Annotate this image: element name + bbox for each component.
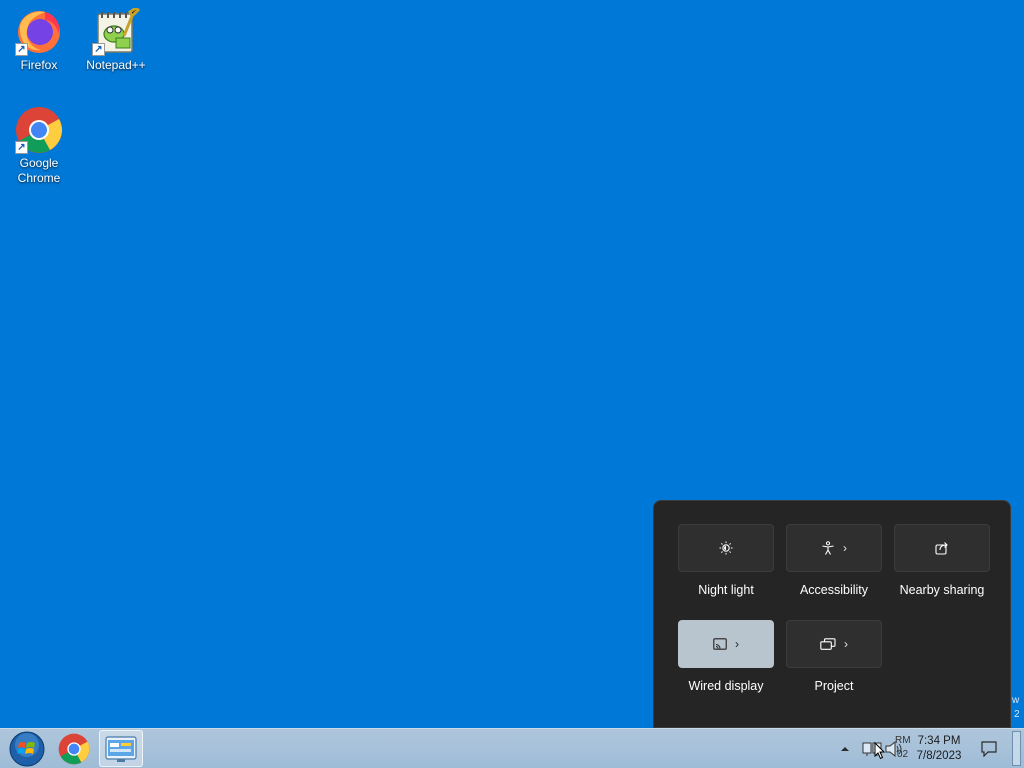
share-icon xyxy=(935,542,948,555)
quick-settings-flyout: Night light › Accessibility Nearby shari… xyxy=(653,500,1011,728)
shortcut-arrow-icon: ↗ xyxy=(15,141,28,154)
taskbar-control-panel-button[interactable] xyxy=(99,730,143,767)
clock-time: 7:34 PM xyxy=(917,735,961,747)
tile-night-light: Night light xyxy=(677,524,775,597)
start-button[interactable] xyxy=(6,731,48,767)
control-panel-icon xyxy=(105,735,137,762)
desktop-icon-label: Google Chrome xyxy=(17,156,61,185)
project-icon xyxy=(820,638,836,650)
chevron-right-icon[interactable]: › xyxy=(735,638,739,650)
partial-text: w xyxy=(1012,695,1020,706)
show-desktop-button[interactable] xyxy=(1012,731,1021,766)
accessibility-button[interactable]: › xyxy=(786,524,882,572)
partial-tray-text: 02 xyxy=(897,749,909,760)
desktop-icon-notepad-plus-plus[interactable]: ↗ Notepad++ xyxy=(80,6,152,73)
tile-wired-display: › Wired display xyxy=(677,620,775,693)
night-light-button[interactable] xyxy=(678,524,774,572)
tile-nearby-sharing: Nearby sharing xyxy=(893,524,991,597)
desktop-icon-label: Notepad++ xyxy=(86,58,146,72)
tile-label: Night light xyxy=(698,583,754,597)
tile-label: Accessibility xyxy=(799,583,869,597)
partial-text: 2 xyxy=(1014,709,1020,720)
desktop-icon-label: Firefox xyxy=(20,58,58,72)
tile-accessibility: › Accessibility xyxy=(785,524,883,597)
wired-display-button[interactable]: › xyxy=(678,620,774,668)
project-button[interactable]: › xyxy=(786,620,882,668)
chrome-icon: ↗ xyxy=(15,106,63,154)
nearby-sharing-button[interactable] xyxy=(894,524,990,572)
taskbar: RM 02 7:34 PM 7/8/2023 xyxy=(0,728,1024,768)
notepad-plus-plus-icon: ↗ xyxy=(92,6,141,56)
chevron-right-icon[interactable]: › xyxy=(844,638,848,650)
desktop-icon-google-chrome[interactable]: ↗ Google Chrome xyxy=(3,106,75,186)
accessibility-icon xyxy=(822,541,834,555)
start-orb-icon xyxy=(9,731,45,767)
shortcut-arrow-icon: ↗ xyxy=(92,43,105,56)
chrome-icon xyxy=(58,733,90,764)
show-hidden-icons-icon[interactable] xyxy=(840,745,850,752)
clock-date: 7/8/2023 xyxy=(916,750,962,762)
taskbar-clock[interactable]: 7:34 PM 7/8/2023 xyxy=(916,734,962,764)
desktop-icon-firefox[interactable]: ↗ Firefox xyxy=(3,8,75,73)
tile-label: Project xyxy=(814,679,854,693)
taskbar-chrome-button[interactable] xyxy=(52,730,96,767)
cast-icon xyxy=(713,638,727,650)
tile-label: Nearby sharing xyxy=(899,583,985,597)
action-center-icon[interactable] xyxy=(981,741,997,757)
night-light-icon xyxy=(719,541,733,555)
firefox-icon: ↗ xyxy=(15,8,63,56)
tile-project: › Project xyxy=(785,620,883,693)
shortcut-arrow-icon: ↗ xyxy=(15,43,28,56)
tile-label: Wired display xyxy=(688,679,764,693)
partial-tray-text: RM xyxy=(895,735,911,746)
chevron-right-icon[interactable]: › xyxy=(843,542,847,554)
